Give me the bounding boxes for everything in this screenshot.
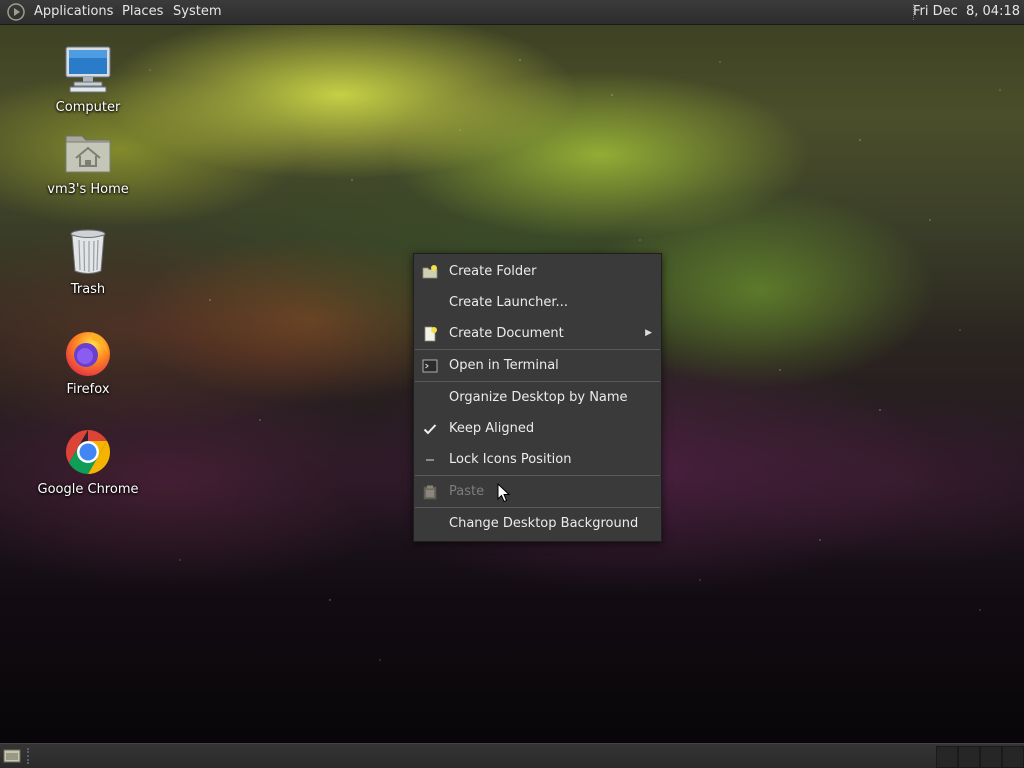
menu-item-label: Keep Aligned (449, 421, 535, 436)
menu-item-create-document[interactable]: Create Document ▶ (414, 318, 661, 349)
desktop-icon-label: Google Chrome (37, 482, 139, 497)
desktop-icon-trash[interactable]: Trash (28, 226, 148, 298)
desktop-context-menu: Create Folder Create Launcher... Create … (413, 253, 662, 542)
new-document-icon (424, 326, 437, 342)
desktop-icon-home[interactable]: vm3's Home (28, 126, 148, 198)
places-menu[interactable]: Places (117, 0, 168, 24)
panel-grip[interactable] (27, 748, 35, 764)
menu-item-label: Create Folder (449, 264, 537, 279)
desktop-icon-computer[interactable]: Computer (28, 44, 148, 116)
submenu-arrow-icon: ▶ (645, 328, 652, 338)
home-folder-icon (65, 135, 111, 173)
desktop-icon-label: Firefox (66, 382, 110, 397)
menu-item-keep-aligned[interactable]: Keep Aligned (414, 413, 661, 444)
menu-item-label: Create Document (449, 326, 564, 341)
menu-item-label: Paste (449, 484, 485, 499)
system-menu[interactable]: System (168, 0, 226, 24)
top-panel: Applications Places System Fri Dec 8, 04… (0, 0, 1024, 25)
desktop-icon-firefox[interactable]: Firefox (28, 326, 148, 398)
paste-icon (423, 485, 437, 500)
menu-item-label: Lock Icons Position (449, 452, 572, 467)
checkbox-unchecked-icon (426, 459, 434, 461)
chrome-icon (66, 430, 110, 474)
firefox-icon (66, 332, 110, 376)
workspace-1[interactable] (936, 746, 958, 768)
menu-item-create-launcher[interactable]: Create Launcher... (414, 287, 661, 318)
menu-item-paste[interactable]: Paste (414, 476, 661, 507)
trash-icon (70, 229, 106, 274)
workspace-4[interactable] (1002, 746, 1024, 768)
menu-item-open-terminal[interactable]: Open in Terminal (414, 350, 661, 381)
clock[interactable]: Fri Dec 8, 04:18 (913, 0, 1020, 24)
menu-item-lock-icons[interactable]: Lock Icons Position (414, 444, 661, 475)
desktop-icon-label: Trash (70, 282, 106, 297)
bottom-panel (0, 743, 1024, 768)
workspace-2[interactable] (958, 746, 980, 768)
menu-item-label: Open in Terminal (449, 358, 559, 373)
terminal-icon (422, 359, 438, 373)
menu-item-label: Change Desktop Background (449, 516, 639, 531)
workspace-3[interactable] (980, 746, 1002, 768)
menu-item-create-folder[interactable]: Create Folder (414, 256, 661, 287)
desktop-icon-label: vm3's Home (47, 182, 129, 197)
menu-item-label: Create Launcher... (449, 295, 568, 310)
menu-item-organize-by-name[interactable]: Organize Desktop by Name (414, 382, 661, 413)
desktop-icon-label: Computer (55, 100, 121, 115)
new-folder-icon (422, 265, 438, 279)
show-desktop-icon[interactable] (3, 747, 21, 765)
menu-item-label: Organize Desktop by Name (449, 390, 628, 405)
mouse-pointer-icon (497, 483, 511, 503)
distro-logo-icon[interactable] (7, 3, 25, 21)
computer-icon (65, 46, 111, 93)
menu-item-change-background[interactable]: Change Desktop Background (414, 508, 661, 539)
checkmark-icon (423, 424, 437, 435)
desktop-icon-chrome[interactable]: Google Chrome (28, 426, 148, 498)
applications-menu[interactable]: Applications (29, 0, 118, 24)
